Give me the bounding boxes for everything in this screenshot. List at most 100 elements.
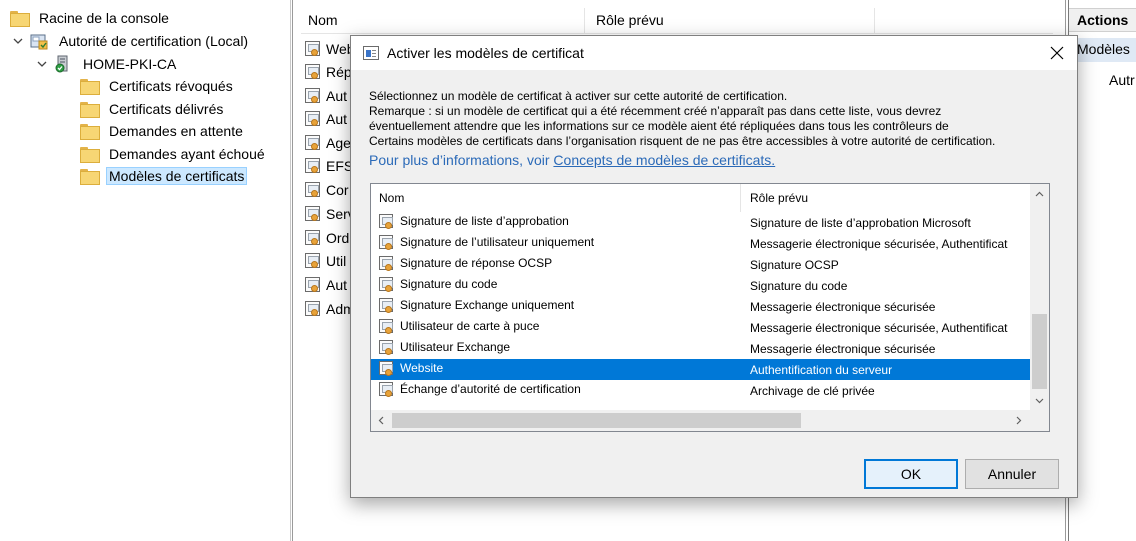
tree-item-pending[interactable]: Demandes en attente bbox=[80, 120, 246, 142]
list-item-label: Ord bbox=[326, 229, 350, 246]
list-item[interactable]: Aut bbox=[305, 273, 355, 296]
scroll-right-icon[interactable] bbox=[1009, 411, 1028, 430]
cancel-button[interactable]: Annuler bbox=[965, 459, 1059, 489]
ok-button[interactable]: OK bbox=[864, 459, 958, 489]
tree-item-label: Modèles de certificats bbox=[106, 167, 248, 185]
scroll-up-icon[interactable] bbox=[1030, 184, 1049, 203]
list-item[interactable]: Adm bbox=[305, 297, 355, 320]
table-row[interactable]: Échange d’autorité de certification Arch… bbox=[371, 380, 1030, 401]
list-item[interactable]: Age bbox=[305, 131, 355, 154]
table-row[interactable]: Signature du code Signature du code bbox=[371, 275, 1030, 296]
horizontal-scroll-thumb[interactable] bbox=[392, 413, 801, 428]
tree-item-label: HOME-PKI-CA bbox=[83, 56, 177, 72]
certificate-template-icon bbox=[305, 111, 320, 126]
chevron-down-icon[interactable] bbox=[12, 35, 24, 47]
template-role: Signature du code bbox=[750, 279, 848, 293]
vertical-scroll-thumb[interactable] bbox=[1032, 314, 1047, 389]
column-header-name[interactable]: Nom bbox=[379, 191, 404, 205]
certificate-template-icon bbox=[305, 158, 320, 173]
column-header-name[interactable]: Nom bbox=[308, 12, 338, 28]
template-role: Archivage de clé privée bbox=[750, 384, 875, 398]
tree-item-label: Certificats révoqués bbox=[109, 78, 233, 94]
template-listview[interactable]: Nom Rôle prévu Signature de liste d’appr… bbox=[370, 183, 1050, 432]
certification-authority-icon bbox=[30, 32, 48, 50]
list-item[interactable]: Rép bbox=[305, 60, 355, 83]
template-role: Signature OCSP bbox=[750, 258, 839, 272]
template-concepts-link[interactable]: Concepts de modèles de certificats. bbox=[553, 152, 775, 168]
folder-icon bbox=[80, 79, 100, 95]
tree-item-authority[interactable]: Autorité de certification (Local) bbox=[12, 30, 251, 52]
table-row[interactable]: Signature de liste d’approbation Signatu… bbox=[371, 212, 1030, 233]
template-name: Utilisateur Exchange bbox=[400, 340, 511, 354]
template-name: Website bbox=[400, 361, 444, 375]
column-separator[interactable] bbox=[740, 184, 741, 212]
tree-item-issued[interactable]: Certificats délivrés bbox=[80, 98, 226, 120]
tree-item-label: Racine de la console bbox=[39, 10, 169, 26]
table-row[interactable]: Utilisateur de carte à puce Messagerie é… bbox=[371, 317, 1030, 338]
dialog-window-icon bbox=[363, 46, 379, 60]
column-separator[interactable] bbox=[584, 8, 585, 34]
column-header-role[interactable]: Rôle prévu bbox=[750, 191, 808, 205]
actions-section-header[interactable]: Modèles bbox=[1069, 38, 1136, 62]
more-info-text: Pour plus d’informations, voir Concepts … bbox=[369, 152, 775, 168]
list-item[interactable]: Ord bbox=[305, 226, 355, 249]
table-row[interactable]: Signature de l’utilisateur uniquement Me… bbox=[371, 233, 1030, 254]
list-item[interactable]: Util bbox=[305, 249, 355, 272]
folder-icon bbox=[80, 147, 100, 163]
scroll-down-icon[interactable] bbox=[1030, 391, 1049, 410]
dialog-titlebar[interactable]: Activer les modèles de certificat bbox=[351, 36, 1077, 70]
certificate-template-icon bbox=[379, 214, 393, 229]
table-row[interactable]: Signature de réponse OCSP Signature OCSP bbox=[371, 254, 1030, 275]
certificate-template-icon bbox=[379, 340, 393, 355]
table-row[interactable]: Utilisateur Exchange Messagerie électron… bbox=[371, 338, 1030, 359]
dialog-body: Sélectionnez un modèle de certificat à a… bbox=[351, 70, 1077, 497]
actions-item-other[interactable]: Autr bbox=[1109, 72, 1136, 88]
table-row-selected[interactable]: Website Authentification du serveur bbox=[371, 359, 1030, 380]
list-item-label: Util bbox=[326, 252, 347, 269]
list-item-label: Aut bbox=[326, 276, 348, 293]
list-item[interactable]: Aut bbox=[305, 84, 355, 107]
certificate-template-icon bbox=[305, 182, 320, 197]
template-name: Signature du code bbox=[400, 277, 498, 291]
column-header-role[interactable]: Rôle prévu bbox=[596, 12, 664, 28]
certificate-template-icon bbox=[305, 206, 320, 221]
template-role: Messagerie électronique sécurisée bbox=[750, 300, 936, 314]
close-icon[interactable] bbox=[1047, 43, 1067, 63]
tree-item-label: Certificats délivrés bbox=[109, 101, 224, 117]
list-item-label: Age bbox=[326, 134, 351, 151]
list-item[interactable]: Web bbox=[305, 37, 355, 60]
list-item[interactable]: Serv bbox=[305, 202, 355, 225]
console-tree: Racine de la console Autorité de certifi… bbox=[0, 0, 291, 541]
certificate-template-icon bbox=[379, 319, 393, 334]
vertical-scrollbar[interactable] bbox=[1030, 184, 1049, 410]
certificate-template-icon bbox=[305, 64, 320, 79]
scroll-left-icon[interactable] bbox=[371, 411, 390, 430]
dialog-title: Activer les modèles de certificat bbox=[387, 45, 584, 61]
scrollbar-corner bbox=[1030, 410, 1049, 431]
tree-item-ca[interactable]: HOME-PKI-CA bbox=[36, 53, 179, 75]
folder-icon bbox=[10, 11, 30, 27]
certificate-template-icon bbox=[379, 298, 393, 313]
tree-item-root[interactable]: Racine de la console bbox=[10, 7, 172, 29]
table-row[interactable]: Signature Exchange uniquement Messagerie… bbox=[371, 296, 1030, 317]
list-item[interactable]: EFS bbox=[305, 154, 355, 177]
list-item[interactable]: Aut bbox=[305, 107, 355, 130]
list-item[interactable]: Cor bbox=[305, 178, 355, 201]
certificate-template-icon bbox=[305, 135, 320, 150]
actions-title: Actions bbox=[1069, 8, 1136, 32]
folder-icon bbox=[80, 102, 100, 118]
horizontal-scrollbar[interactable] bbox=[371, 410, 1030, 431]
tree-item-templates[interactable]: Modèles de certificats bbox=[80, 165, 248, 187]
template-name: Utilisateur de carte à puce bbox=[400, 319, 540, 333]
folder-icon bbox=[80, 169, 100, 185]
list-item-label: Rép bbox=[326, 63, 352, 80]
info-line: Sélectionnez un modèle de certificat à a… bbox=[369, 89, 788, 103]
list-item-label: Cor bbox=[326, 181, 349, 198]
tree-item-revoked[interactable]: Certificats révoqués bbox=[80, 75, 236, 97]
column-separator[interactable] bbox=[874, 8, 875, 34]
template-name: Signature de liste d’approbation bbox=[400, 214, 569, 228]
chevron-down-icon[interactable] bbox=[36, 58, 48, 70]
certificate-template-icon bbox=[305, 301, 320, 316]
tree-item-failed[interactable]: Demandes ayant échoué bbox=[80, 143, 268, 165]
info-line: éventuellement attendre que les informat… bbox=[369, 119, 949, 133]
